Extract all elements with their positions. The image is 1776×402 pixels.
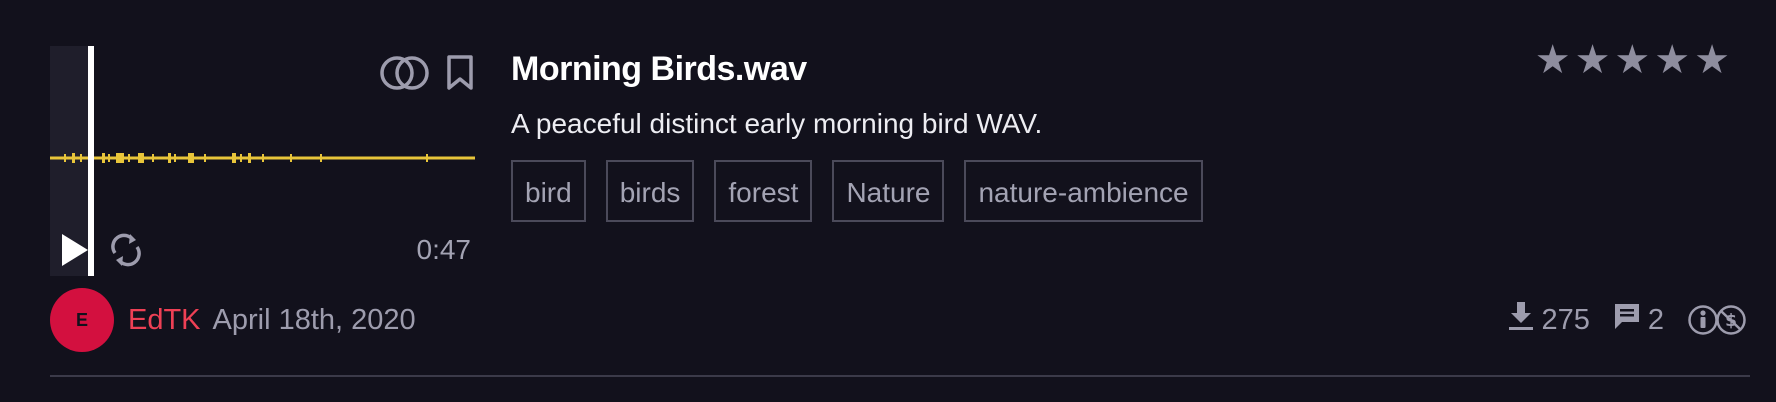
star-icon[interactable]: ★ <box>1654 40 1690 80</box>
comment-icon <box>1612 301 1642 339</box>
star-icon[interactable]: ★ <box>1614 40 1650 80</box>
star-icon[interactable]: ★ <box>1694 40 1730 80</box>
tag-nature[interactable]: Nature <box>832 160 945 222</box>
star-rating[interactable]: ★ ★ ★ ★ ★ <box>1535 40 1730 80</box>
tag-nature-ambience[interactable]: nature-ambience <box>964 160 1203 222</box>
loop-icon[interactable] <box>108 231 144 274</box>
upload-date: April 18th, 2020 <box>212 303 416 336</box>
tag-forest[interactable]: forest <box>714 160 813 222</box>
tag-list: bird birds forest Nature nature-ambience <box>511 160 1561 222</box>
star-icon[interactable]: ★ <box>1575 40 1611 80</box>
sound-title[interactable]: Morning Birds.wav <box>511 46 1561 92</box>
tag-birds[interactable]: birds <box>605 160 695 222</box>
comment-count[interactable]: 2 <box>1612 301 1664 339</box>
duration: 0:47 <box>416 234 472 265</box>
overlapping-circles-icon[interactable] <box>379 54 431 92</box>
cc-by-nc-icon[interactable]: $ <box>1686 303 1750 337</box>
author-name[interactable]: EdTK <box>128 304 201 337</box>
sound-stats: 275 2 $ <box>1507 300 1750 340</box>
audio-player[interactable]: 0:47 <box>50 46 475 276</box>
download-count: 275 <box>1507 300 1590 340</box>
sound-description: A peaceful distinct early morning bird W… <box>511 108 1043 139</box>
play-icon[interactable] <box>60 232 90 273</box>
avatar[interactable]: E <box>50 288 114 352</box>
author-info: E EdTK April 18th, 2020 <box>50 288 416 352</box>
star-icon[interactable]: ★ <box>1535 40 1571 80</box>
divider <box>50 375 1750 377</box>
download-count-value: 275 <box>1541 303 1590 336</box>
comment-count-value: 2 <box>1647 303 1664 336</box>
waveform[interactable] <box>50 146 475 170</box>
bookmark-icon[interactable] <box>445 54 475 92</box>
download-icon <box>1507 300 1535 340</box>
tag-bird[interactable]: bird <box>511 160 586 222</box>
